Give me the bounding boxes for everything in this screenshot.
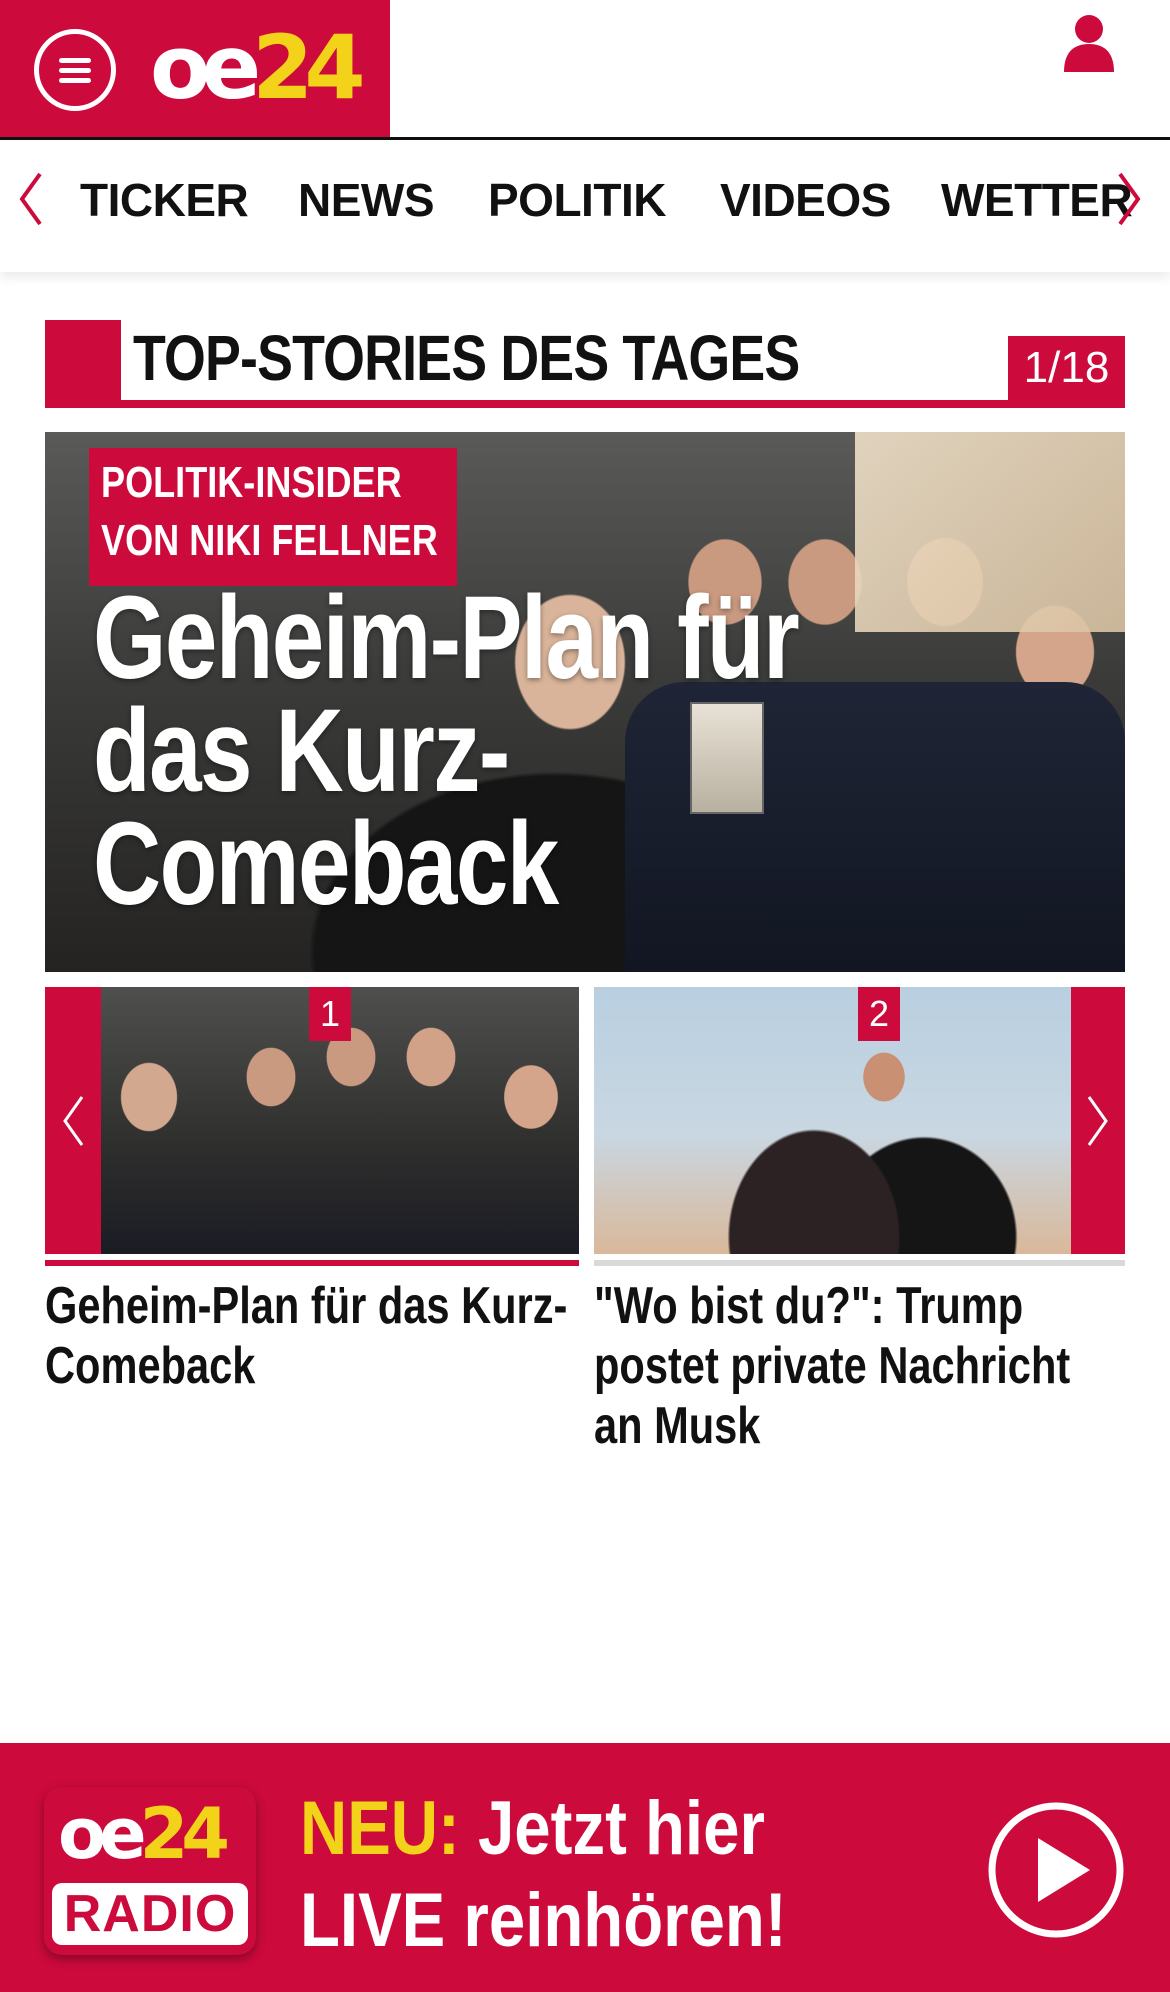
nav-item-videos[interactable]: VIDEOS [720,172,891,228]
site-header: oe24 [0,0,1170,140]
section-title: TOP-STORIES DES TAGES [133,322,800,394]
hero-badge: POLITIK-INSIDER VON NIKI FELLNER [89,448,457,586]
chevron-left-icon [63,1096,84,1146]
section-header: TOP-STORIES DES TAGES 1/18 [45,320,1125,408]
category-nav: TICKER NEWS POLITIK VIDEOS WETTER [0,140,1170,272]
carousel-card-1[interactable]: 1 [101,987,579,1254]
section-accent-block [45,320,121,408]
nav-left-arrow-icon[interactable] [14,170,48,228]
carousel-prev-button[interactable] [45,987,101,1254]
hero-image-wallpaper [855,432,1125,632]
hero-badge-line1: POLITIK-INSIDER [101,458,402,507]
nav-right-arrow-icon[interactable] [1112,170,1146,228]
section-rule [45,400,1125,408]
hero-badge-line2: VON NIKI FELLNER [101,516,438,565]
nav-item-news[interactable]: NEWS [298,172,435,228]
card-number: 1 [309,987,351,1041]
carousel-next-button[interactable] [1071,987,1125,1254]
site-logo[interactable]: oe24 [150,24,366,112]
hamburger-icon[interactable] [34,29,116,111]
play-icon[interactable] [986,1800,1126,1940]
brand-box: oe24 [0,0,390,137]
card-title-1[interactable]: Geheim-Plan für das Kurz-Comeback [45,1276,581,1396]
card-number: 2 [858,987,900,1041]
nav-item-ticker[interactable]: TICKER [80,172,249,228]
user-icon[interactable] [1062,12,1116,72]
nav-item-politik[interactable]: POLITIK [488,172,666,228]
card-indicator [594,1260,1125,1266]
active-card-indicator [45,1260,579,1266]
radio-banner[interactable]: oe24 RADIO NEU: Jetzt hier LIVE reinhöre… [0,1743,1170,1992]
card-title-2[interactable]: "Wo bist du?": Trump postet private Nach… [594,1276,1130,1456]
nav-item-wetter[interactable]: WETTER [941,172,1133,228]
slide-counter: 1/18 [1008,336,1125,400]
radio-logo-label: RADIO [52,1883,248,1945]
chevron-right-icon [1087,1096,1108,1146]
hero-story[interactable]: POLITIK-INSIDER VON NIKI FELLNER Geheim-… [45,432,1125,972]
radio-cta-text: NEU: Jetzt hier LIVE reinhören! [300,1786,787,1963]
carousel-card-2[interactable]: 2 [594,987,1071,1254]
radio-neu-label: NEU: [300,1786,460,1871]
hero-title[interactable]: Geheim-Plan für das Kurz-Comeback [93,579,813,923]
radio-logo: oe24 RADIO [44,1787,256,1955]
